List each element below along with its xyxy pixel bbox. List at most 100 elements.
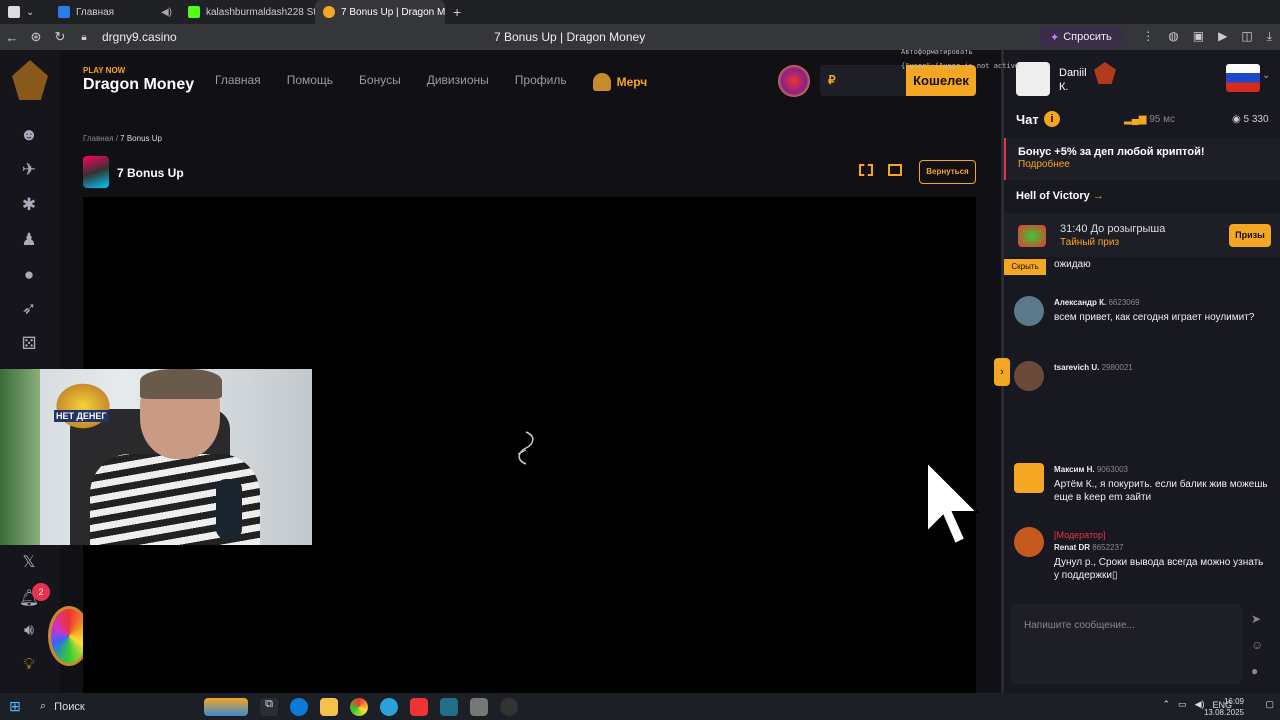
notification-badge: 2 xyxy=(32,583,50,601)
breadcrumb-home[interactable]: Главная xyxy=(83,134,113,143)
yandex-icon[interactable] xyxy=(410,697,428,716)
chevron-down-icon[interactable]: ⌄ xyxy=(1262,70,1270,81)
ping-value: 95 мс xyxy=(1149,114,1176,125)
play-icon[interactable]: ▶ xyxy=(1218,29,1227,44)
webcam-person-hair xyxy=(140,369,222,399)
explorer-icon[interactable] xyxy=(320,697,338,716)
games-icon[interactable]: ☻ xyxy=(18,124,40,146)
windows-start-icon[interactable]: ⊞ xyxy=(0,698,30,715)
nav-profile[interactable]: Профиль xyxy=(515,73,567,91)
avatar[interactable] xyxy=(1014,527,1044,557)
moderator-tag: [Модератор] xyxy=(1054,530,1106,540)
collapse-chat-button[interactable]: › xyxy=(994,358,1010,386)
clock-time: 16:09 xyxy=(1223,697,1244,706)
tab-game[interactable]: 7 Bonus Up | Dragon M✕ xyxy=(315,0,445,24)
tab-home[interactable]: Главная ◀) xyxy=(50,0,180,24)
ask-button[interactable]: ✦ Спросить xyxy=(1040,27,1122,47)
mute-icon[interactable]: ◀) xyxy=(161,7,172,18)
lock-icon: 🔒︎ xyxy=(81,31,87,43)
widget-icon[interactable] xyxy=(204,697,248,716)
brand-name[interactable]: Dragon Money xyxy=(83,76,194,94)
volume-icon[interactable]: 🔊︎ xyxy=(18,622,40,640)
chat-actions: ➤ ☺ ● xyxy=(1251,612,1263,678)
chat-sidebar: Daniil К. ⌄ Чат i ▂▄▆ 95 мс ◉ 5 330 Бону… xyxy=(1001,50,1280,693)
message-author[interactable]: Renat DR 8652237 xyxy=(1054,543,1123,552)
nav-divisions[interactable]: Дивизионы xyxy=(427,73,489,91)
new-tab-button[interactable]: + xyxy=(445,0,469,24)
profile-icon[interactable] xyxy=(8,6,20,18)
author-id: 9063003 xyxy=(1096,465,1129,474)
nav-merch[interactable]: Мерч xyxy=(592,73,647,91)
rank-icon xyxy=(1094,62,1116,84)
merch-icon xyxy=(592,73,611,91)
nav-help[interactable]: Помощь xyxy=(287,73,333,91)
promo-link[interactable]: Подробнее xyxy=(1018,159,1070,170)
hide-button[interactable]: Скрыть xyxy=(1004,259,1046,275)
back-icon[interactable]: ← xyxy=(0,30,24,45)
webcam-plant xyxy=(0,369,40,545)
chevron-down-icon[interactable]: ⌄ xyxy=(26,7,34,18)
lightbulb-icon[interactable]: 💡︎ xyxy=(18,656,40,674)
flag-ru-icon[interactable] xyxy=(1226,64,1260,92)
notifications-icon[interactable]: ▢ xyxy=(1265,699,1274,710)
user-name[interactable]: Daniil К. xyxy=(1059,66,1087,94)
tab-label: 7 Bonus Up | Dragon M xyxy=(341,6,445,18)
theater-mode-icon[interactable] xyxy=(888,164,902,176)
message-author[interactable]: tsarevich U. 2980021 xyxy=(1054,363,1133,372)
back-button[interactable]: Вернуться xyxy=(919,160,976,184)
message-author[interactable]: Максим Н. 9063003 xyxy=(1054,465,1128,474)
tab-stream[interactable]: kalashburmaldash228 Stre xyxy=(180,0,315,24)
gem-icon[interactable] xyxy=(778,65,810,97)
shield-icon[interactable]: ⊛ xyxy=(24,29,48,45)
edge-icon[interactable] xyxy=(290,697,308,716)
prizes-button[interactable]: Призы xyxy=(1229,224,1271,247)
dice-icon[interactable]: ⚄ xyxy=(18,333,40,355)
users-icon: ◉ xyxy=(1232,114,1241,125)
address-bar: ← ⊛ ↻ 🔒︎ drgny9.casino 7 Bonus Up | Drag… xyxy=(0,24,1280,50)
avatar[interactable] xyxy=(1014,296,1044,326)
avatar[interactable] xyxy=(1016,62,1050,96)
url-field[interactable]: drgny9.casino xyxy=(102,30,177,44)
clock[interactable]: 16:09 13.08.2025 xyxy=(1204,696,1244,718)
crash-icon[interactable]: ➶ xyxy=(18,298,40,320)
bug-icon[interactable]: ✱ xyxy=(18,194,40,216)
x-icon[interactable]: 𝕏 xyxy=(18,552,40,572)
telegram-icon[interactable] xyxy=(380,697,398,716)
avatar[interactable] xyxy=(1014,463,1044,493)
nav-home[interactable]: Главная xyxy=(215,73,261,91)
fullscreen-icon[interactable] xyxy=(859,164,873,176)
menu-icon[interactable]: ⋮ xyxy=(1142,29,1154,44)
app-icon[interactable] xyxy=(470,697,488,716)
devtools-overlay: Автоформатировать {"user":{"user is not … xyxy=(901,45,1019,73)
extension-icon[interactable]: ▣ xyxy=(1193,29,1204,44)
info-icon[interactable]: i xyxy=(1044,111,1060,127)
drop-icon[interactable]: ● xyxy=(1251,664,1263,678)
promo-banner[interactable]: Бонус +5% за деп любой криптой! Подробне… xyxy=(1004,138,1280,180)
breadcrumb-current: 7 Bonus Up xyxy=(120,134,162,143)
obs-icon[interactable] xyxy=(500,697,518,716)
reload-icon[interactable]: ↻ xyxy=(48,29,72,45)
message-author[interactable]: Александр К. 6623069 xyxy=(1054,298,1140,307)
taskbar-search[interactable]: ⌕ Поиск xyxy=(34,693,164,720)
bomb-icon[interactable]: ● xyxy=(18,264,40,286)
globe-icon[interactable]: ◍ xyxy=(1168,29,1178,44)
network-icon[interactable]: ▭ xyxy=(1178,699,1187,710)
app-icon[interactable] xyxy=(440,697,458,716)
chevron-up-icon[interactable]: ⌃ xyxy=(1163,699,1171,710)
avatar[interactable] xyxy=(1014,361,1044,391)
rocket-icon[interactable]: ✈ xyxy=(18,159,40,181)
devtools-line: {"user":{"user is not active xyxy=(901,62,1020,70)
balance-display: ₽ xyxy=(820,65,908,96)
emoji-icon[interactable]: ☺ xyxy=(1251,638,1263,652)
event-link[interactable]: Hell of Victory → xyxy=(1016,190,1104,202)
collections-icon[interactable]: ◫ xyxy=(1241,29,1252,44)
download-icon[interactable]: ⤓ xyxy=(1267,29,1272,44)
nav-bonuses[interactable]: Бонусы xyxy=(359,73,401,91)
main-nav: Главная Помощь Бонусы Дивизионы Профиль … xyxy=(215,73,673,91)
window-controls[interactable]: ⌄ xyxy=(0,0,50,24)
chat-input[interactable]: Напишите сообщение... xyxy=(1010,604,1242,684)
send-icon[interactable]: ➤ xyxy=(1251,612,1263,626)
person-icon[interactable]: ♟ xyxy=(18,229,40,251)
task-view-icon[interactable]: ⧉ xyxy=(260,697,278,716)
chrome-icon[interactable] xyxy=(350,697,368,716)
